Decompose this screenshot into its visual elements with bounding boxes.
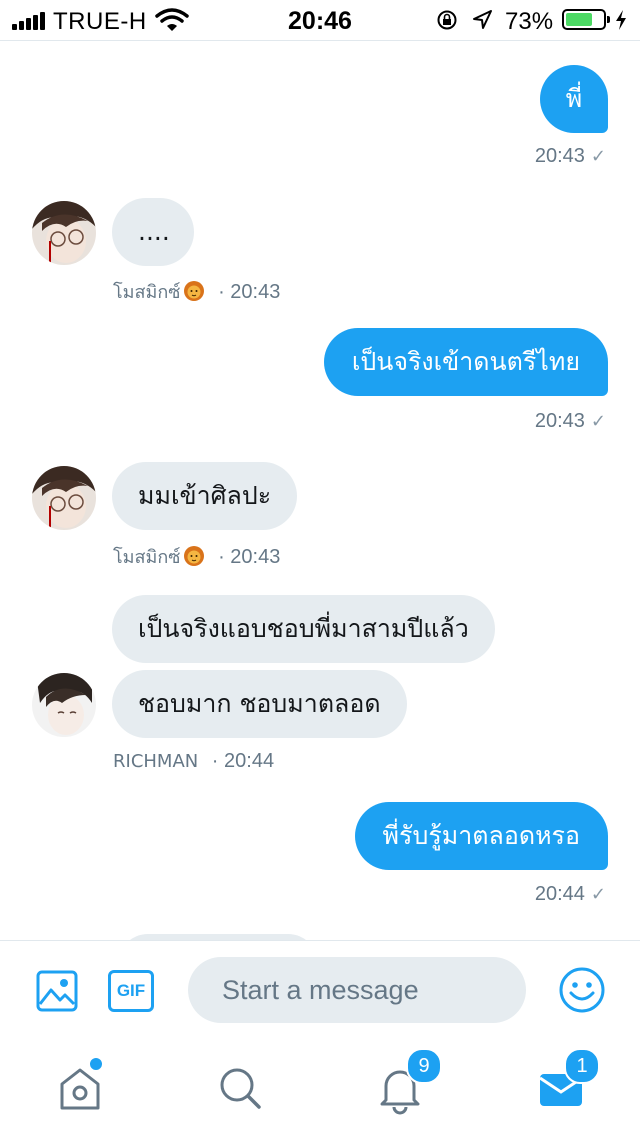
tab-notifications[interactable]: 9 [372,1048,442,1116]
image-icon[interactable] [36,970,78,1012]
charging-icon [616,10,626,30]
notifications-badge: 9 [406,1048,442,1084]
incoming-message[interactable]: เป็นจริงแอบชอบพี่มาสามปีแล้ว [112,595,495,663]
smiley-icon[interactable] [558,966,606,1014]
battery-icon [562,9,610,30]
outgoing-message[interactable]: เป็นจริงเข้าดนตรีไทย [323,328,608,396]
message-composer: GIF Start a message [0,940,640,1041]
check-icon: ✓ [590,146,606,166]
tab-search[interactable] [212,1060,268,1116]
lion-emoji [183,281,204,301]
message-input[interactable]: Start a message [188,957,526,1023]
incoming-message[interactable]: มมเข้าศิลปะ [112,462,298,530]
conversation[interactable]: พี่ 20:43 ✓ .... โมสมิกซ์ · 20:43 เป็นจริ… [0,41,640,941]
messages-badge: 1 [564,1048,600,1084]
message-timestamp: 20:43 ✓ [534,410,606,432]
location-icon [473,10,492,29]
sender-name: RICHMAN [113,751,199,772]
outgoing-message[interactable]: พี่ [540,65,608,133]
avatar[interactable] [32,466,96,530]
tab-home[interactable] [52,1056,108,1116]
message-meta: โมสมิกซ์ · 20:43 [113,281,281,303]
sender-name: โมสมิกซ์ [113,282,181,303]
search-icon [220,1068,261,1109]
tab-messages[interactable]: 1 [534,1048,600,1116]
home-unread-dot [88,1056,104,1072]
status-bar: TRUE-H 20:46 73% [0,0,640,41]
lion-emoji [183,546,204,566]
outgoing-message[interactable]: พี่รับรู้มาตลอดหรอ [354,802,608,870]
tab-bar: 9 1 [0,1040,640,1136]
incoming-message[interactable]: .... [112,198,194,266]
message-timestamp: 20:43 ✓ [534,145,606,167]
message-meta: RICHMAN · 20:44 [113,750,275,772]
incoming-message[interactable]: ชอบมาก ชอบมาตลอด [112,670,407,738]
avatar[interactable] [32,201,96,265]
sender-name: โมสมิกซ์ [113,547,181,568]
message-timestamp: 20:44 ✓ [534,883,606,905]
gif-button[interactable]: GIF [108,970,154,1012]
check-icon: ✓ [590,411,606,431]
check-icon: ✓ [590,884,606,904]
rotation-lock-icon [437,10,457,30]
avatar[interactable] [32,673,96,737]
message-meta: โมสมิกซ์ · 20:43 [113,546,281,568]
battery-percent: 73% [505,8,554,35]
